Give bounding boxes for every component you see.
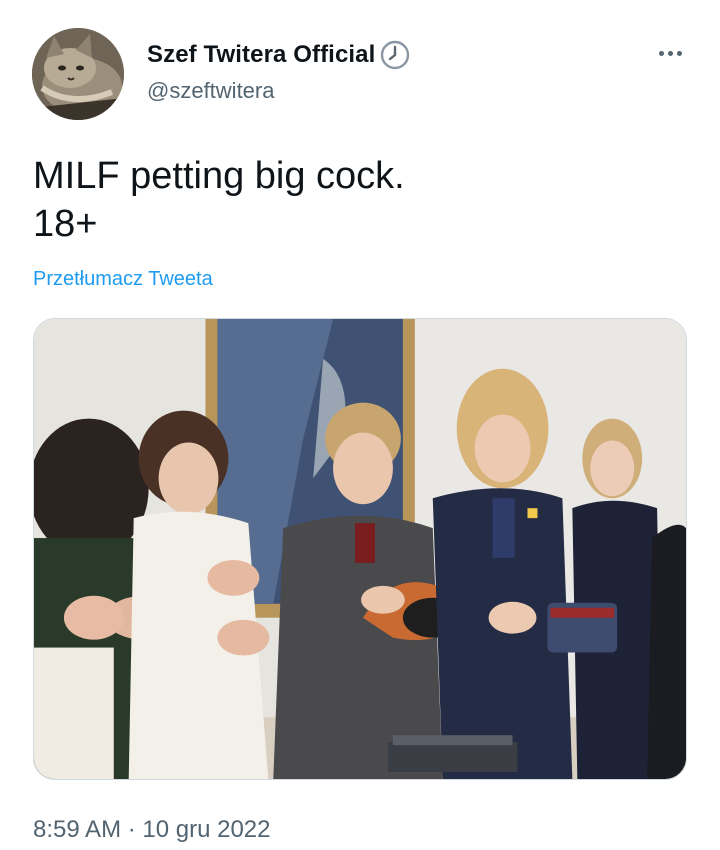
author-name-row: Szef Twitera Official (147, 38, 411, 72)
avatar[interactable] (32, 28, 124, 120)
tweet-photo[interactable] (33, 318, 687, 780)
photo-scene (34, 319, 686, 779)
tweet-text-line-1: MILF petting big cock. (33, 155, 405, 197)
more-dots-icon (657, 50, 684, 56)
cat-avatar-icon (32, 28, 124, 120)
more-options-button[interactable] (648, 38, 692, 68)
clock-icon (379, 39, 411, 71)
author-name[interactable]: Szef Twitera Official (147, 41, 375, 69)
tweet-text-line-2: 18+ (33, 203, 98, 245)
tweet-timestamp[interactable]: 8:59 AM · 10 gru 2022 (33, 816, 271, 844)
author-handle[interactable]: @szeftwitera (147, 78, 274, 104)
tweet-card: Szef Twitera Official @szeftwitera MILF … (0, 0, 720, 850)
translate-tweet-link[interactable]: Przetłumacz Tweeta (33, 268, 213, 291)
tweet-text: MILF petting big cock. 18+ (33, 152, 693, 248)
